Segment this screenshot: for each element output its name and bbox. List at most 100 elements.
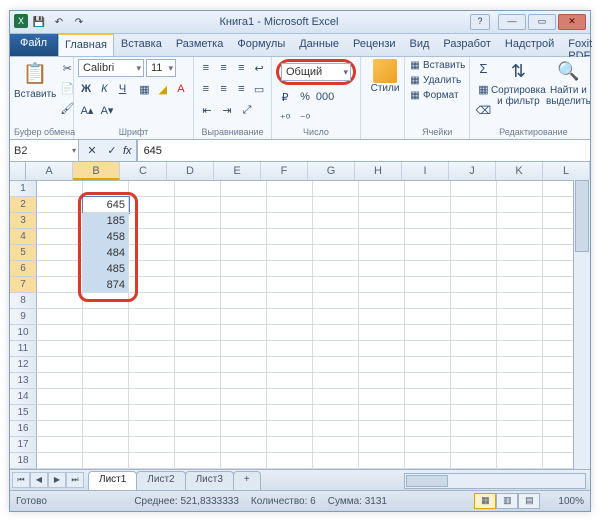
cell-E10[interactable] xyxy=(221,325,267,341)
cell-G6[interactable] xyxy=(313,261,359,277)
cell-J12[interactable] xyxy=(451,357,497,373)
tab-главная[interactable]: Главная xyxy=(58,34,114,56)
cell-I5[interactable] xyxy=(405,245,451,261)
cell-I14[interactable] xyxy=(405,389,451,405)
cell-K9[interactable] xyxy=(497,309,543,325)
cell-D1[interactable] xyxy=(175,181,221,197)
cell-A16[interactable] xyxy=(37,421,83,437)
cell-I2[interactable] xyxy=(405,197,451,213)
enter-icon[interactable]: ✓ xyxy=(103,142,121,160)
cell-J17[interactable] xyxy=(451,437,497,453)
col-header-A[interactable]: A xyxy=(26,162,73,180)
cell-A11[interactable] xyxy=(37,341,83,357)
row-header-2[interactable]: 2 xyxy=(10,197,37,213)
cell-K12[interactable] xyxy=(497,357,543,373)
cell-E8[interactable] xyxy=(221,293,267,309)
name-box[interactable]: B2 xyxy=(10,140,79,161)
cell-E17[interactable] xyxy=(221,437,267,453)
cell-I1[interactable] xyxy=(405,181,451,197)
tab-данные[interactable]: Данные xyxy=(292,34,346,56)
cell-H6[interactable] xyxy=(359,261,405,277)
cell-H16[interactable] xyxy=(359,421,405,437)
cell-A4[interactable] xyxy=(37,229,83,245)
cell-A9[interactable] xyxy=(37,309,83,325)
cell-A13[interactable] xyxy=(37,373,83,389)
cell-C15[interactable] xyxy=(129,405,175,421)
tab-foxit pdf[interactable]: Foxit PDF xyxy=(561,34,599,56)
cell-G7[interactable] xyxy=(313,277,359,293)
cell-C10[interactable] xyxy=(129,325,175,341)
select-all-corner[interactable] xyxy=(10,162,26,180)
sheet-tab-Лист3[interactable]: Лист3 xyxy=(185,471,234,490)
cell-K14[interactable] xyxy=(497,389,543,405)
cell-K13[interactable] xyxy=(497,373,543,389)
col-header-J[interactable]: J xyxy=(449,162,496,180)
cell-G8[interactable] xyxy=(313,293,359,309)
merge-button[interactable]: ▭ xyxy=(251,80,267,98)
cell-B1[interactable] xyxy=(83,181,129,197)
cell-I15[interactable] xyxy=(405,405,451,421)
orientation-button[interactable]: ⤢ xyxy=(238,101,256,119)
qat-undo[interactable]: ↶ xyxy=(50,14,68,30)
cell-K6[interactable] xyxy=(497,261,543,277)
cell-G1[interactable] xyxy=(313,181,359,197)
dec-decimals-button[interactable]: ⁻⁰ xyxy=(296,109,314,127)
cell-J11[interactable] xyxy=(451,341,497,357)
formula-bar[interactable]: 645 xyxy=(137,140,590,161)
cell-H15[interactable] xyxy=(359,405,405,421)
cell-D8[interactable] xyxy=(175,293,221,309)
sheet-tab-Лист2[interactable]: Лист2 xyxy=(136,471,185,490)
sheet-nav-2[interactable]: ▶ xyxy=(48,472,66,488)
wrap-button[interactable]: ↩ xyxy=(251,59,267,77)
grid[interactable]: ABCDEFGHIJKL 126453185445854846485787489… xyxy=(10,162,590,469)
cell-G18[interactable] xyxy=(313,453,359,469)
cell-G14[interactable] xyxy=(313,389,359,405)
cell-A1[interactable] xyxy=(37,181,83,197)
align-right-button[interactable]: ≡ xyxy=(234,80,250,98)
cell-H4[interactable] xyxy=(359,229,405,245)
cell-K4[interactable] xyxy=(497,229,543,245)
row-header-6[interactable]: 6 xyxy=(10,261,37,277)
cell-B8[interactable] xyxy=(83,293,129,309)
cell-B5[interactable]: 484 xyxy=(83,245,129,261)
cell-E16[interactable] xyxy=(221,421,267,437)
cell-F11[interactable] xyxy=(267,341,313,357)
cell-H1[interactable] xyxy=(359,181,405,197)
vertical-scrollbar[interactable] xyxy=(573,180,590,469)
help-button[interactable]: ? xyxy=(470,14,490,30)
cell-I17[interactable] xyxy=(405,437,451,453)
cell-C8[interactable] xyxy=(129,293,175,309)
row-header-15[interactable]: 15 xyxy=(10,405,37,421)
cell-E6[interactable] xyxy=(221,261,267,277)
italic-button[interactable]: К xyxy=(96,80,112,98)
tab-разметка[interactable]: Разметка xyxy=(169,34,231,56)
cell-A15[interactable] xyxy=(37,405,83,421)
cell-A14[interactable] xyxy=(37,389,83,405)
cell-H10[interactable] xyxy=(359,325,405,341)
cell-H12[interactable] xyxy=(359,357,405,373)
cell-E13[interactable] xyxy=(221,373,267,389)
cell-F15[interactable] xyxy=(267,405,313,421)
cell-J16[interactable] xyxy=(451,421,497,437)
cell-F5[interactable] xyxy=(267,245,313,261)
row-header-14[interactable]: 14 xyxy=(10,389,37,405)
cell-A3[interactable] xyxy=(37,213,83,229)
align-mid-button[interactable]: ≡ xyxy=(216,59,232,77)
col-header-D[interactable]: D xyxy=(167,162,214,180)
cell-E18[interactable] xyxy=(221,453,267,469)
cell-I13[interactable] xyxy=(405,373,451,389)
horizontal-scrollbar[interactable] xyxy=(404,473,586,489)
cell-B2[interactable]: 645 xyxy=(83,197,129,213)
underline-button[interactable]: Ч xyxy=(114,80,130,98)
cell-F4[interactable] xyxy=(267,229,313,245)
cell-F16[interactable] xyxy=(267,421,313,437)
cell-F6[interactable] xyxy=(267,261,313,277)
row-header-18[interactable]: 18 xyxy=(10,453,37,469)
cell-A17[interactable] xyxy=(37,437,83,453)
qat-save[interactable]: 💾 xyxy=(30,14,48,30)
cell-H9[interactable] xyxy=(359,309,405,325)
row-header-7[interactable]: 7 xyxy=(10,277,37,293)
align-bot-button[interactable]: ≡ xyxy=(234,59,250,77)
cell-F12[interactable] xyxy=(267,357,313,373)
percent-button[interactable]: % xyxy=(296,88,314,106)
